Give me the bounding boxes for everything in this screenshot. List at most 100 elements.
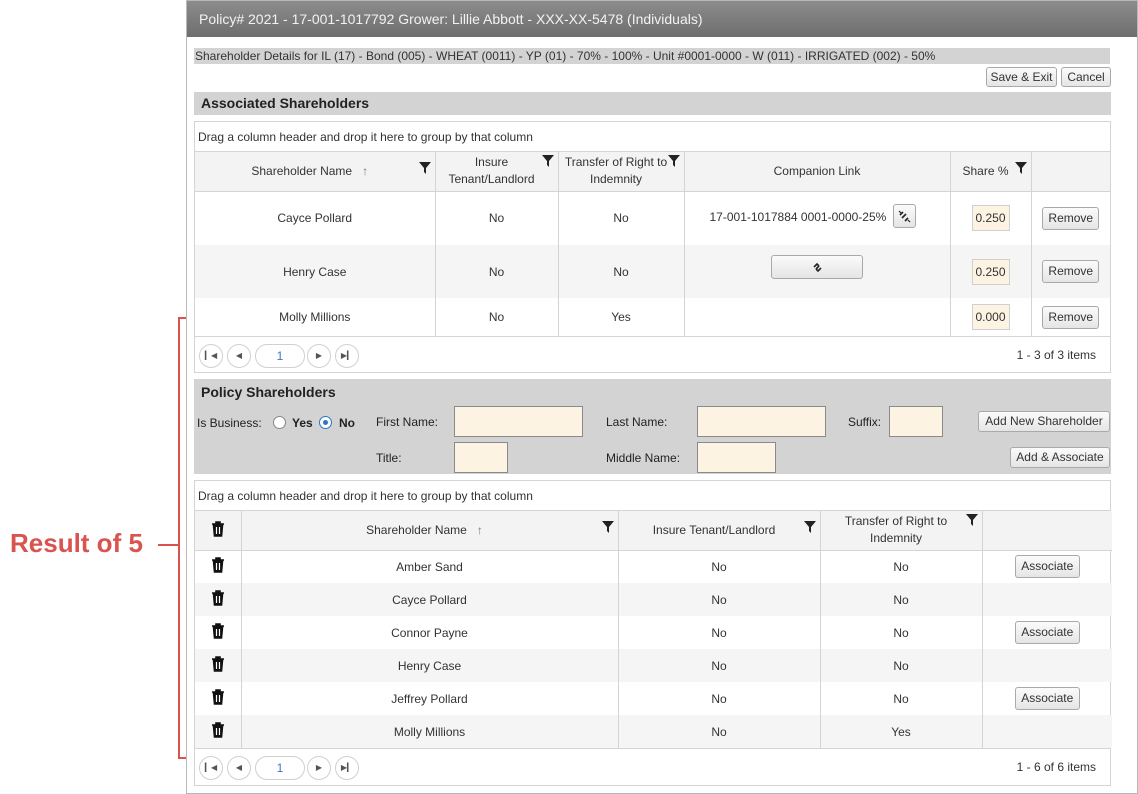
- last-page-button[interactable]: ▶▎: [335, 756, 359, 780]
- filter-icon[interactable]: [667, 155, 680, 167]
- share-percent-input[interactable]: 0.000: [971, 304, 1010, 330]
- column-header-transfer-right[interactable]: Transfer of Right to Indemnity: [820, 511, 983, 551]
- filter-icon[interactable]: [1014, 162, 1027, 174]
- sort-ascending-icon: ↑: [476, 523, 483, 538]
- prev-page-button[interactable]: ◀: [227, 756, 251, 780]
- associated-section-title: Associated Shareholders: [194, 92, 1111, 115]
- trash-icon[interactable]: [211, 557, 225, 574]
- column-header-companion-link[interactable]: Companion Link: [684, 152, 951, 192]
- trash-icon[interactable]: [211, 689, 225, 705]
- trash-icon[interactable]: [211, 722, 225, 738]
- filter-icon[interactable]: [541, 155, 554, 167]
- next-page-button[interactable]: ▶: [307, 344, 331, 368]
- suffix-field[interactable]: [889, 406, 943, 437]
- cancel-button[interactable]: Cancel: [1061, 67, 1111, 87]
- cell-share: 0.250: [950, 191, 1032, 245]
- filter-icon[interactable]: [965, 514, 978, 526]
- first-page-button[interactable]: ▎◀: [199, 344, 223, 368]
- group-hint: Drag a column header and drop it here to…: [195, 122, 1110, 152]
- cell-companion-link: [684, 298, 951, 336]
- middle-name-field[interactable]: [697, 442, 776, 473]
- pager-info: 1 - 6 of 6 items: [1016, 760, 1096, 774]
- remove-button[interactable]: Remove: [1042, 305, 1100, 329]
- column-title: Insure Tenant/Landlord: [652, 523, 776, 538]
- yes-label: Yes: [292, 416, 313, 430]
- cell-share: 0.000: [950, 298, 1032, 336]
- cell-insure: No: [435, 191, 559, 245]
- cell-transfer: No: [820, 616, 983, 649]
- cell-insure: No: [435, 298, 559, 336]
- cell-transfer: No: [558, 191, 685, 245]
- cell-shareholder-name: Cayce Pollard: [195, 191, 436, 245]
- cell-action: Associate: [982, 616, 1112, 649]
- policy-shareholders-panel: Policy Shareholders Is Business: Yes No …: [194, 379, 1111, 474]
- cell-companion-link: [684, 245, 951, 298]
- filter-icon[interactable]: [418, 162, 431, 174]
- save-exit-button[interactable]: Save & Exit: [986, 67, 1057, 87]
- trash-icon[interactable]: [211, 590, 225, 606]
- group-hint: Drag a column header and drop it here to…: [195, 481, 1110, 511]
- trash-icon[interactable]: [211, 656, 225, 672]
- is-business-yes-radio[interactable]: [273, 416, 286, 429]
- cell-shareholder-name: Connor Payne: [241, 616, 619, 649]
- table-row: Henry Case No No: [195, 649, 1112, 682]
- table-row: Jeffrey Pollard No No Associate: [195, 682, 1112, 715]
- last-page-button[interactable]: ▶▎: [335, 344, 359, 368]
- column-header-shareholder-name[interactable]: Shareholder Name ↑: [241, 511, 619, 551]
- link-button[interactable]: [771, 255, 863, 279]
- table-row: Molly Millions No Yes: [195, 715, 1112, 748]
- cell-transfer: Yes: [558, 298, 685, 336]
- add-associate-button[interactable]: Add & Associate: [1010, 447, 1110, 468]
- title-label: Title:: [376, 451, 402, 465]
- associate-button[interactable]: Associate: [1014, 687, 1080, 710]
- share-percent-input[interactable]: 0.250: [971, 258, 1010, 285]
- remove-button[interactable]: Remove: [1042, 206, 1100, 230]
- cell-shareholder-name: Amber Sand: [241, 550, 619, 583]
- last-name-field[interactable]: [697, 406, 826, 437]
- add-new-shareholder-button[interactable]: Add New Shareholder: [978, 411, 1110, 432]
- title-field[interactable]: [454, 442, 508, 473]
- page-number[interactable]: 1: [255, 756, 305, 780]
- cell-insure: No: [618, 715, 821, 748]
- cell-action: Associate: [982, 550, 1112, 583]
- link-icon: [812, 263, 822, 273]
- column-title: Insure Tenant/Landlord: [448, 155, 535, 187]
- share-percent-input[interactable]: 0.250: [971, 205, 1010, 232]
- unlink-button[interactable]: [892, 203, 916, 228]
- trash-icon[interactable]: [211, 623, 225, 639]
- cell-action: [982, 583, 1112, 616]
- cell-transfer: No: [820, 682, 983, 715]
- associate-button[interactable]: Associate: [1014, 555, 1080, 579]
- associate-button[interactable]: Associate: [1014, 621, 1080, 644]
- first-page-button[interactable]: ▎◀: [199, 756, 223, 780]
- column-header-insure-tenant[interactable]: Insure Tenant/Landlord: [435, 152, 559, 192]
- filter-icon[interactable]: [601, 521, 614, 533]
- cell-transfer: No: [820, 583, 983, 616]
- annotation-label: Result of 5: [10, 528, 143, 558]
- cell-insure: No: [618, 550, 821, 583]
- remove-button[interactable]: Remove: [1042, 260, 1100, 283]
- column-title: Share %: [962, 164, 1009, 179]
- column-header-insure-tenant[interactable]: Insure Tenant/Landlord: [618, 511, 821, 551]
- column-title: Companion Link: [773, 164, 861, 179]
- cell-insure: No: [618, 583, 821, 616]
- unlink-icon: [898, 210, 911, 223]
- page-number[interactable]: 1: [255, 344, 305, 368]
- middle-name-label: Middle Name:: [606, 451, 681, 465]
- filter-icon[interactable]: [803, 521, 816, 533]
- cell-insure: No: [618, 649, 821, 682]
- cell-delete: [195, 550, 242, 583]
- sort-ascending-icon: ↑: [362, 164, 369, 179]
- column-header-transfer-right[interactable]: Transfer of Right to Indemnity: [558, 152, 685, 192]
- column-header-actions: [1031, 152, 1110, 192]
- cell-shareholder-name: Henry Case: [241, 649, 619, 682]
- column-header-share-percent[interactable]: Share %: [950, 152, 1032, 192]
- table-row: Molly Millions No Yes 0.000 Remove: [195, 298, 1110, 336]
- policy-shareholders-grid: Drag a column header and drop it here to…: [194, 480, 1112, 786]
- prev-page-button[interactable]: ◀: [227, 344, 251, 368]
- column-header-shareholder-name[interactable]: Shareholder Name ↑: [195, 152, 436, 192]
- first-name-field[interactable]: [454, 406, 583, 437]
- next-page-button[interactable]: ▶: [307, 756, 331, 780]
- column-header-delete: [195, 511, 242, 551]
- is-business-no-radio[interactable]: [319, 416, 332, 429]
